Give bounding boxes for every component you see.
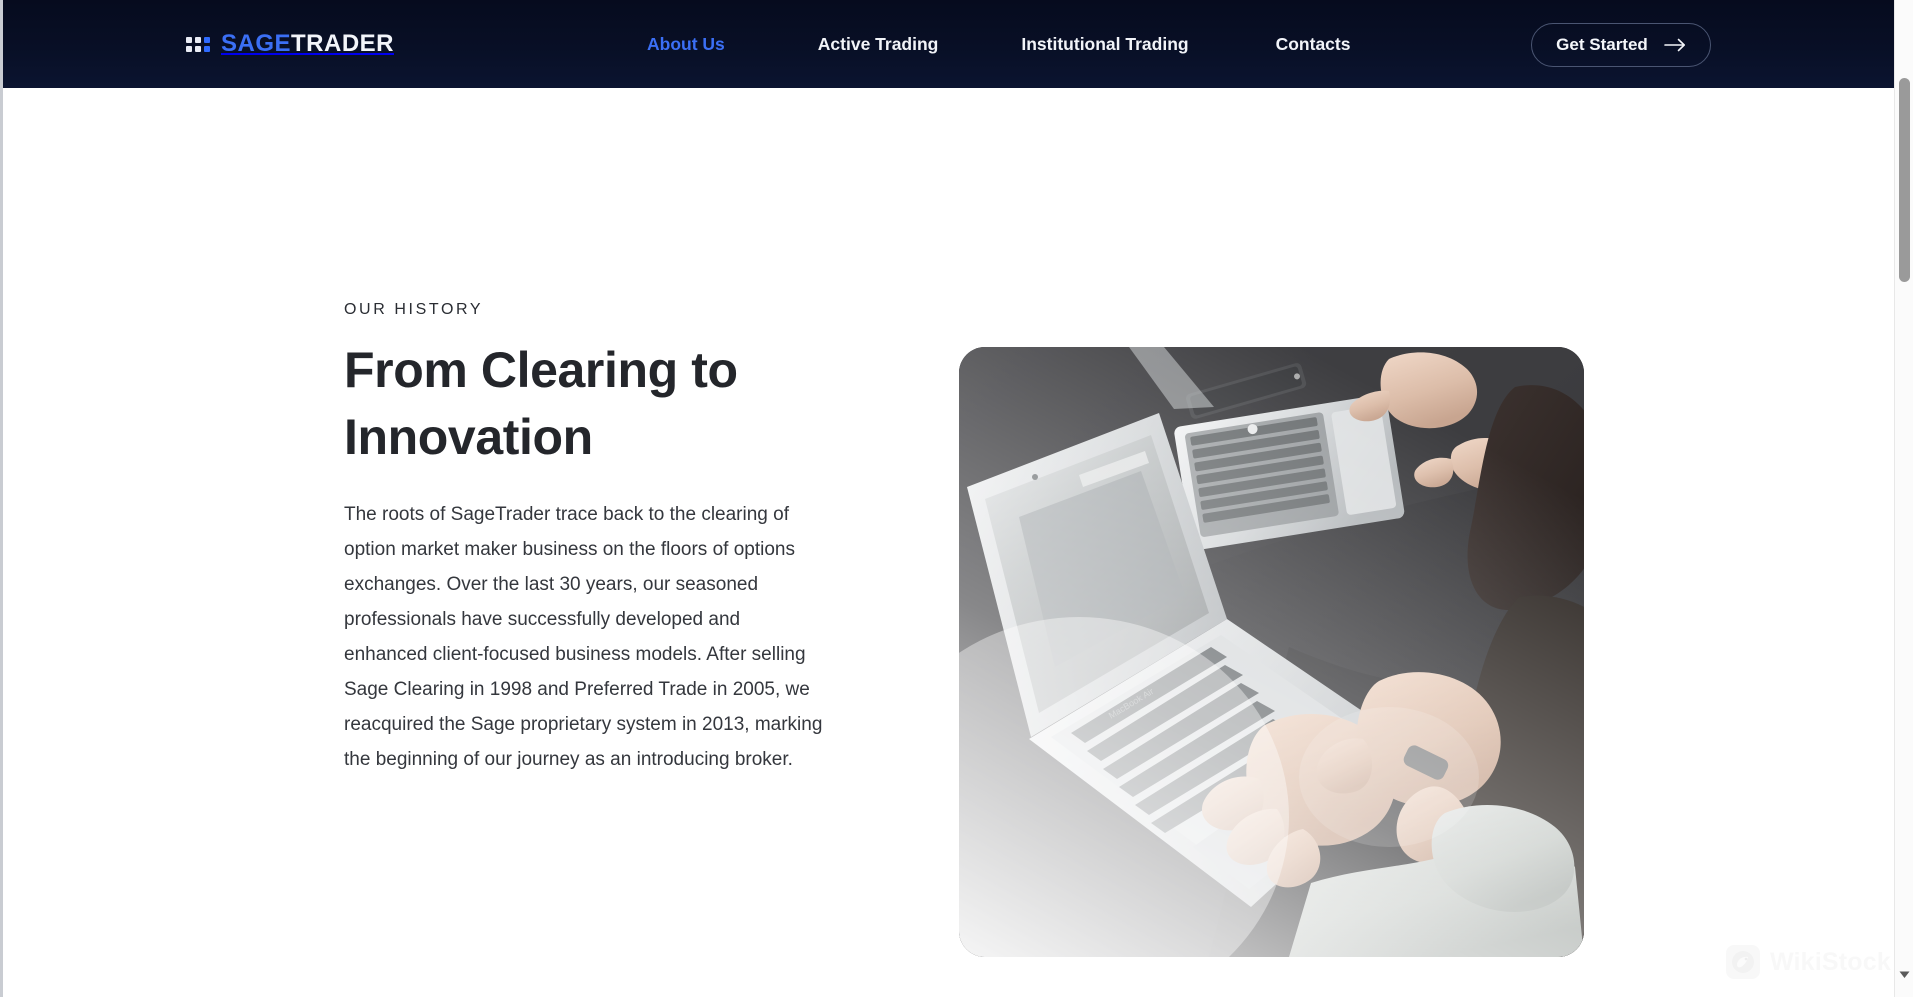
get-started-button[interactable]: Get Started (1531, 23, 1711, 67)
wikistock-bird-icon (1725, 945, 1760, 979)
scrollbar-thumb[interactable] (1899, 78, 1910, 282)
nav-item-contacts[interactable]: Contacts (1276, 26, 1351, 63)
nav-item-about-us[interactable]: About Us (647, 26, 725, 63)
section-eyebrow: OUR HISTORY (344, 301, 484, 318)
brand-name-part2: TRADER (291, 30, 395, 57)
history-body-text: The roots of SageTrader trace back to th… (344, 504, 823, 770)
team-working-on-laptops-photo: MacBook Air (959, 347, 1584, 957)
grid-squares-icon (186, 36, 210, 52)
arrow-right-icon (1664, 38, 1686, 52)
triangle-down-icon[interactable] (1898, 968, 1911, 981)
site-header: SAGETRADER About Us Active Trading Insti… (3, 0, 1897, 88)
wikistock-watermark: WikiStock (1725, 945, 1891, 979)
nav-item-active-trading[interactable]: Active Trading (818, 26, 939, 63)
wikistock-watermark-text: WikiStock (1769, 947, 1891, 976)
main-navigation: About Us Active Trading Institutional Tr… (647, 26, 1350, 63)
history-text-column: OUR HISTORY From Clearing to Innovation … (344, 301, 924, 777)
brand-name-part1: SAGE (221, 30, 292, 57)
get-started-label: Get Started (1556, 35, 1648, 54)
brand-wordmark: SAGETRADER (221, 30, 394, 58)
brand-logo[interactable]: SAGETRADER (186, 30, 394, 58)
page-title: From Clearing to Innovation (344, 342, 738, 465)
our-history-section: OUR HISTORY From Clearing to Innovation … (3, 88, 1897, 997)
vertical-scrollbar[interactable] (1894, 0, 1913, 997)
nav-item-institutional-trading[interactable]: Institutional Trading (1021, 26, 1188, 63)
page-root: SAGETRADER About Us Active Trading Insti… (0, 0, 1913, 997)
